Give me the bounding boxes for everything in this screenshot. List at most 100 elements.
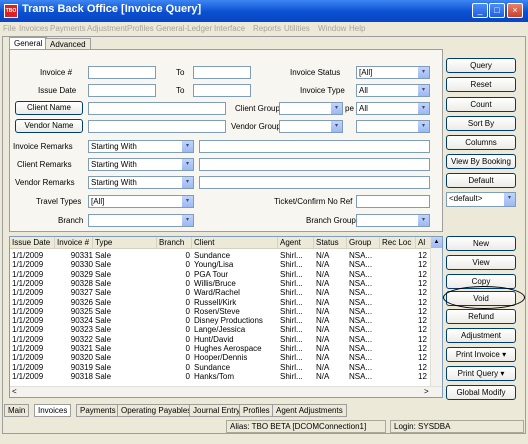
column-header-client[interactable]: Client [192,237,278,249]
refund-button[interactable]: Refund [446,309,516,324]
invoice-remarks-input[interactable] [199,140,430,153]
minimize-button[interactable]: _ [472,3,488,18]
menu-window[interactable]: Window [318,24,346,33]
menu-file[interactable]: File [3,24,16,33]
chevron-down-icon[interactable]: ▾ [417,215,429,226]
invoice-number-from-input[interactable] [88,66,156,79]
results-grid[interactable]: Issue Date Invoice # Type Branch Client … [9,236,443,398]
menu-help[interactable]: Help [349,24,365,33]
print-query-button[interactable]: Print Query ▾ [446,366,516,381]
column-header-type[interactable]: Type [93,237,157,249]
print-invoice-button[interactable]: Print Invoice ▾ [446,347,516,362]
column-header-invoice-number[interactable]: Invoice # [55,237,93,249]
menu-utilities[interactable]: Utilities [284,24,310,33]
table-row[interactable]: 1/1/2009 90320 Sale 0 Hooper/Dennis Shirl... N… [10,353,430,362]
chevron-down-icon[interactable]: ▾ [417,103,429,114]
column-header-rec-loc[interactable]: Rec Loc [380,237,416,249]
view-button[interactable]: View [446,255,516,270]
client-name-button[interactable]: Client Name [15,101,83,115]
column-header-group[interactable]: Group [347,237,380,249]
vendor-name-button[interactable]: Vendor Name [15,119,83,133]
column-header-status[interactable]: Status [314,237,347,249]
chevron-down-icon[interactable]: ▾ [417,121,429,132]
chevron-down-icon[interactable]: ▾ [503,193,515,206]
tab-operating-payables[interactable]: Operating Payables [117,404,196,417]
tab-main[interactable]: Main [4,404,30,417]
table-row[interactable]: 1/1/2009 90329 Sale 0 PGA Tour Shirl... N/A NSA… [10,270,430,279]
column-header-issue-date[interactable]: Issue Date [10,237,55,249]
menu-interface[interactable]: Interface [214,24,245,33]
column-header-branch[interactable]: Branch [157,237,192,249]
tab-journal-entry[interactable]: Journal Entry [189,404,245,417]
table-row[interactable]: 1/1/2009 90328 Sale 0 Willis/Bruce Shirl... N/… [10,279,430,288]
horizontal-scrollbar[interactable]: < > [10,386,442,397]
client-remarks-mode-select[interactable]: Starting With ▾ [88,158,194,171]
table-row[interactable]: 1/1/2009 90319 Sale 0 Sundance Shirl... N/A NSA… [10,363,430,372]
issue-date-to-input[interactable] [193,84,251,97]
issue-date-from-input[interactable] [88,84,156,97]
client-name-input[interactable] [88,102,226,115]
vendor-type-select[interactable]: ▾ [356,120,430,133]
scroll-up-icon[interactable]: ▲ [431,237,442,248]
travel-types-select[interactable]: [All] ▾ [88,195,194,208]
branch-select[interactable]: ▾ [88,214,194,227]
chevron-down-icon[interactable]: ▾ [181,177,193,188]
chevron-down-icon[interactable]: ▾ [181,196,193,207]
vertical-scrollbar[interactable]: ▲ [430,237,442,387]
chevron-down-icon[interactable]: ▾ [330,121,342,132]
tab-agent-adjustments[interactable]: Agent Adjustments [272,404,347,417]
view-by-booking-button[interactable]: View By Booking [446,154,516,169]
vendor-group-select[interactable]: ▾ [279,120,343,133]
table-row[interactable]: 1/1/2009 90322 Sale 0 Hunt/David Shirl... N/A N… [10,335,430,344]
menu-reports[interactable]: Reports [253,24,281,33]
table-row[interactable]: 1/1/2009 90321 Sale 0 Hughes Aerospace Shirl.… [10,344,430,353]
table-row[interactable]: 1/1/2009 90330 Sale 0 Young/Lisa Shirl... N/A N… [10,260,430,269]
query-button[interactable]: Query [446,58,516,73]
maximize-button[interactable]: □ [489,3,505,18]
invoice-type-select[interactable]: All ▾ [356,84,430,97]
tab-invoices[interactable]: Invoices [34,404,72,417]
vendor-remarks-mode-select[interactable]: Starting With ▾ [88,176,194,189]
chevron-down-icon[interactable]: ▾ [181,215,193,226]
sort-by-button[interactable]: Sort By [446,116,516,131]
client-remarks-input[interactable] [199,158,430,171]
branch-group-select[interactable]: ▾ [356,214,430,227]
invoice-status-select[interactable]: [All] ▾ [356,66,430,79]
default-button[interactable]: Default [446,173,516,188]
chevron-down-icon[interactable]: ▾ [417,67,429,78]
menu-general-ledger[interactable]: General-Ledger [156,24,212,33]
columns-button[interactable]: Columns [446,135,516,150]
client-group-select[interactable]: ▾ [279,102,343,115]
new-button[interactable]: New [446,236,516,251]
column-header-agent[interactable]: Agent [278,237,314,249]
table-row[interactable]: 1/1/2009 90327 Sale 0 Ward/Rachel Shirl... N/A… [10,288,430,297]
default-layout-select[interactable]: <default> ▾ [446,192,516,207]
scroll-left-icon[interactable]: < [12,387,17,397]
ticket-confirm-input[interactable] [356,195,430,208]
invoice-remarks-mode-select[interactable]: Starting With ▾ [88,140,194,153]
table-row[interactable]: 1/1/2009 90326 Sale 0 Russell/Kirk Shirl... N/… [10,298,430,307]
menu-payments[interactable]: Payments [50,24,86,33]
menu-adjustment[interactable]: Adjustment [87,24,127,33]
type-select[interactable]: All ▾ [356,102,430,115]
scroll-right-icon[interactable]: > [424,387,429,397]
table-row[interactable]: 1/1/2009 90325 Sale 0 Rosen/Steve Shirl... N/A… [10,307,430,316]
close-button[interactable]: × [507,3,523,18]
tab-profiles[interactable]: Profiles [239,404,274,417]
count-button[interactable]: Count [446,97,516,112]
vendor-remarks-input[interactable] [199,176,430,189]
chevron-down-icon[interactable]: ▾ [181,159,193,170]
table-row[interactable]: 1/1/2009 90331 Sale 0 Sundance Shirl... N/A NSA… [10,251,430,260]
menu-invoices[interactable]: Invoices [19,24,48,33]
table-row[interactable]: 1/1/2009 90324 Sale 0 Disney Productions Shir… [10,316,430,325]
invoice-number-to-input[interactable] [193,66,251,79]
reset-button[interactable]: Reset [446,77,516,92]
chevron-down-icon[interactable]: ▾ [417,85,429,96]
adjustment-button[interactable]: Adjustment [446,328,516,343]
global-modify-button[interactable]: Global Modify [446,385,516,400]
chevron-down-icon[interactable]: ▾ [181,141,193,152]
vendor-name-input[interactable] [88,120,226,133]
tab-payments[interactable]: Payments [76,404,120,417]
chevron-down-icon[interactable]: ▾ [330,103,342,114]
menu-profiles[interactable]: Profiles [127,24,154,33]
